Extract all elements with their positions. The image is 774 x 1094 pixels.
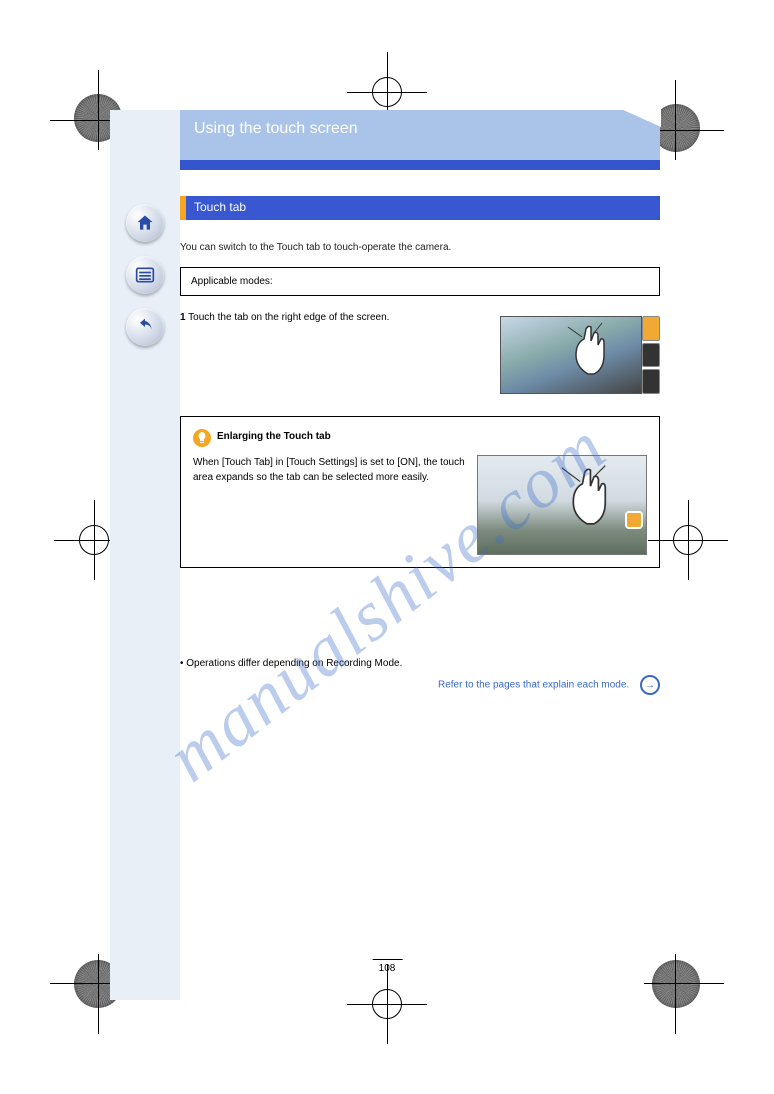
home-icon: [135, 213, 155, 233]
crop-line: [98, 954, 99, 1034]
step-1: 1 Touch the tab on the right edge of the…: [180, 310, 660, 400]
page-number: 108: [379, 963, 396, 974]
crop-line: [675, 80, 676, 160]
tip-bulb-icon: [193, 429, 211, 447]
tip-thumbnail-tab: [625, 511, 643, 529]
back-button[interactable]: [126, 308, 164, 346]
step-1-text: 1 Touch the tab on the right edge of the…: [180, 310, 488, 400]
mode-box: Applicable modes:: [180, 267, 660, 296]
menu-button[interactable]: [126, 256, 164, 294]
touch-hand-icon: [552, 461, 622, 541]
registration-mark-icon: [652, 960, 700, 1008]
intro-text: You can switch to the Touch tab to touch…: [180, 240, 660, 255]
tab-item: [642, 343, 660, 368]
home-button[interactable]: [126, 204, 164, 242]
thumbnail-tabs: [642, 316, 660, 394]
tab-item: [642, 369, 660, 394]
mode-box-label: Applicable modes:: [191, 276, 273, 287]
tip-body: When [Touch Tab] in [Touch Settings] is …: [193, 455, 465, 555]
footer-link[interactable]: Refer to the pages that explain each mod…: [438, 680, 629, 691]
section-heading-text: Touch tab: [194, 200, 246, 214]
title-banner: Using the touch screen: [180, 110, 660, 170]
back-icon: [135, 317, 155, 337]
crop-line: [675, 954, 676, 1034]
step-1-body: Touch the tab on the right edge of the s…: [188, 312, 389, 323]
page-content: Using the touch screen Touch tab You can…: [180, 110, 660, 695]
tip-heading: Enlarging the Touch tab: [217, 429, 331, 444]
banner-notch: [621, 109, 661, 127]
tip-box: Enlarging the Touch tab When [Touch Tab]…: [180, 416, 660, 568]
tab-active: [642, 316, 660, 341]
footer-line: • Operations differ depending on Recordi…: [180, 658, 660, 669]
title-underline: [180, 160, 660, 170]
sidebar: [110, 110, 180, 1000]
menu-icon: [135, 266, 155, 284]
arrow-right-icon: →: [640, 675, 660, 695]
step-1-number: 1: [180, 312, 186, 323]
section-heading: Touch tab: [180, 196, 660, 220]
footer-note: • Operations differ depending on Recordi…: [180, 658, 660, 695]
title-text: Using the touch screen: [194, 120, 358, 137]
tip-thumbnail: [477, 455, 647, 555]
touch-hand-icon: [558, 319, 618, 389]
step-1-thumbnail: [500, 310, 660, 400]
crop-line: [644, 983, 724, 984]
crop-line: [98, 70, 99, 150]
